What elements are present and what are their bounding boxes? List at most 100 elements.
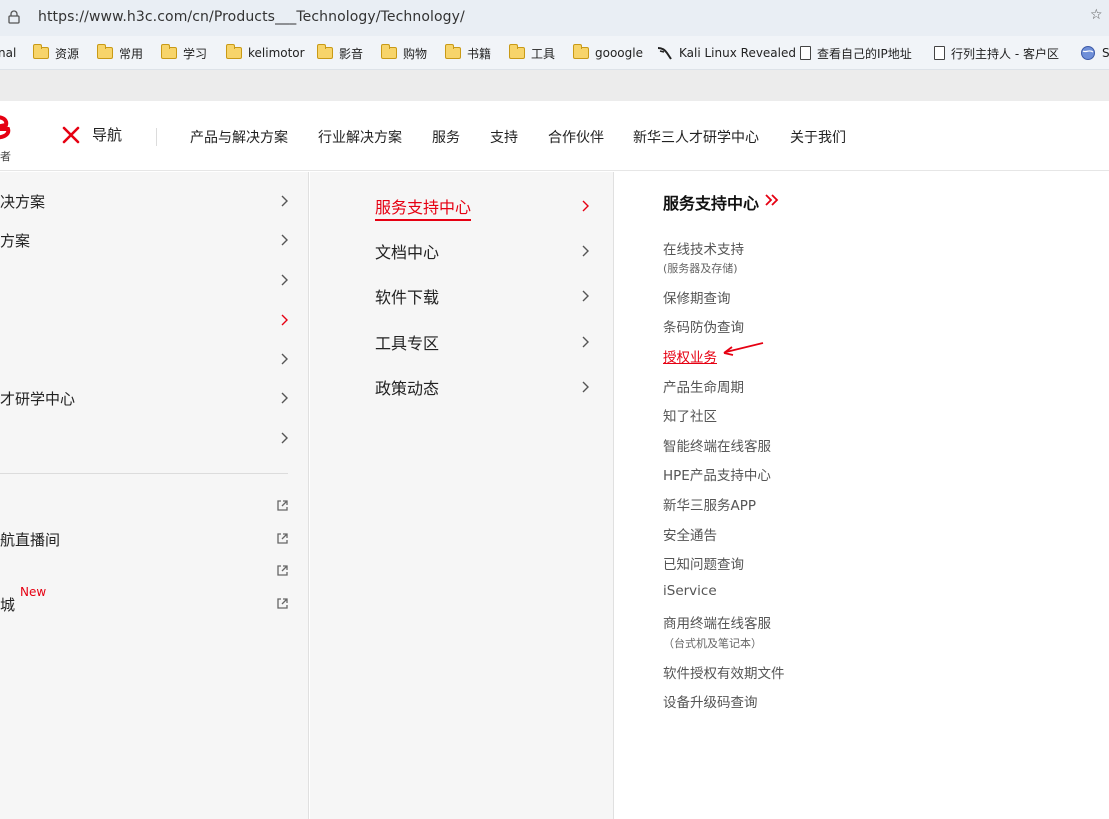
bookmark-label: 行列主持人 - 客户区 <box>951 46 1059 61</box>
bookmark-folder[interactable]: 购物 <box>380 44 428 62</box>
menu1-external-link[interactable]: 航直播间 <box>0 527 300 551</box>
bookmark-label: gooogle <box>595 46 643 60</box>
menu1-label: 城 <box>0 596 16 614</box>
bookmark-folder[interactable]: 学习 <box>160 44 208 62</box>
menu1-item[interactable]: 决方案 <box>0 189 300 213</box>
bookmark-folder[interactable]: 资源 <box>32 44 80 62</box>
page-gap <box>0 70 1109 101</box>
topnav-about[interactable]: 关于我们 <box>790 127 846 147</box>
bookmark-folder[interactable]: 影音 <box>316 44 364 62</box>
service-link[interactable]: 设备升级码查询 <box>663 691 758 711</box>
topnav-partners[interactable]: 合作伙伴 <box>548 127 604 147</box>
menu-column-3: 服务支持中心 在线技术支持 (服务器及存储) 保修期查询 条码防伪查询 授权业务… <box>615 172 1109 819</box>
menu2-item-policy[interactable]: 政策动态 <box>375 373 595 399</box>
service-link[interactable]: 已知问题查询 <box>663 553 744 573</box>
service-link[interactable]: 条码防伪查询 <box>663 316 744 336</box>
h3c-logo-icon[interactable] <box>0 113 12 143</box>
menu1-item[interactable] <box>0 426 300 450</box>
section-title[interactable]: 服务支持中心 <box>663 190 759 214</box>
service-link[interactable]: 产品生命周期 <box>663 376 744 396</box>
chevron-right-icon <box>582 336 589 348</box>
bookmark-item[interactable]: 行列主持人 - 客户区 <box>934 44 1059 62</box>
bookmark-folder[interactable]: 工具 <box>508 44 555 62</box>
address-bar[interactable]: https://www.h3c.com/cn/Products___Techno… <box>0 0 1109 36</box>
service-link[interactable]: HPE产品支持中心 <box>663 464 771 484</box>
menu2-label: 软件下载 <box>375 288 440 307</box>
chevron-right-icon <box>281 195 288 207</box>
bookmark-label: 常用 <box>119 46 144 61</box>
topnav-talent-center[interactable]: 新华三人才研学中心 <box>633 127 759 147</box>
topnav-support[interactable]: 支持 <box>490 127 518 147</box>
external-link-icon <box>277 565 288 576</box>
menu1-item[interactable] <box>0 268 300 292</box>
bookmark-label: 学习 <box>183 46 208 61</box>
bookmark-item[interactable]: nal <box>0 44 16 62</box>
bookmark-folder[interactable]: gooogle <box>572 44 643 62</box>
menu2-item-docs[interactable]: 文档中心 <box>375 237 595 263</box>
url-text[interactable]: https://www.h3c.com/cn/Products___Techno… <box>38 9 465 25</box>
bookmark-label: 资源 <box>55 46 80 61</box>
chevron-right-icon <box>582 245 589 257</box>
folder-icon <box>96 44 113 59</box>
menu1-item[interactable] <box>0 347 300 371</box>
nav-close-button[interactable]: 导航 <box>62 124 122 145</box>
menu-column-2: 服务支持中心 文档中心 软件下载 工具专区 政策动态 <box>310 172 614 819</box>
menu1-divider <box>0 473 288 474</box>
chevron-right-icon <box>281 234 288 246</box>
folder-icon <box>444 44 461 59</box>
folder-icon <box>572 44 589 59</box>
service-link[interactable]: 智能终端在线客服 <box>663 435 771 455</box>
menu1-external-link[interactable] <box>0 559 300 583</box>
service-link[interactable]: 安全通告 <box>663 524 717 544</box>
bookmark-label: 购物 <box>403 46 428 61</box>
topnav-industry[interactable]: 行业解决方案 <box>318 127 402 147</box>
bookmark-label: kelimotor <box>248 46 305 60</box>
bookmark-folder[interactable]: kelimotor <box>225 44 305 62</box>
bookmark-folder[interactable]: 常用 <box>96 44 144 62</box>
chevron-right-icon <box>281 353 288 365</box>
service-link[interactable]: 在线技术支持 <box>663 238 744 258</box>
bookmark-label: 影音 <box>339 46 364 61</box>
menu1-external-link[interactable]: 城 New <box>0 585 300 616</box>
site-header: 者 导航 产品与解决方案 行业解决方案 服务 支持 合作伙伴 新华三人才研学中心… <box>0 101 1109 171</box>
nav-toggle-label: 导航 <box>92 126 123 144</box>
folder-icon <box>225 44 242 59</box>
service-link-note: (服务器及存储) <box>663 262 738 275</box>
topnav-service[interactable]: 服务 <box>432 127 460 147</box>
menu1-item[interactable]: 才研学中心 <box>0 386 300 410</box>
bookmark-item[interactable]: S <box>1080 44 1109 62</box>
service-link[interactable]: 保修期查询 <box>663 287 731 307</box>
bookmark-star-icon[interactable]: ☆ <box>1090 7 1103 23</box>
service-link-authorization[interactable]: 授权业务 <box>663 346 717 366</box>
bookmark-item[interactable]: Kali Linux Revealed <box>657 44 796 62</box>
folder-icon <box>32 44 49 59</box>
menu1-external-link[interactable] <box>0 494 300 518</box>
folder-icon <box>160 44 177 59</box>
menu2-item-service-center[interactable]: 服务支持中心 <box>375 192 595 221</box>
menu2-label: 政策动态 <box>375 379 440 398</box>
service-link[interactable]: 软件授权有效期文件 <box>663 662 785 682</box>
kali-icon <box>657 47 672 60</box>
folder-icon <box>316 44 333 59</box>
service-link[interactable]: 知了社区 <box>663 405 717 425</box>
chevron-right-icon <box>582 290 589 302</box>
service-link-note: （台式机及笔记本） <box>663 637 762 650</box>
menu1-item[interactable]: 方案 <box>0 228 300 252</box>
double-chevron-right-icon <box>765 194 779 206</box>
lock-icon[interactable] <box>8 10 20 24</box>
service-link[interactable]: 商用终端在线客服 <box>663 612 771 632</box>
folder-icon <box>508 44 525 59</box>
menu1-item-active[interactable] <box>0 308 300 332</box>
bookmark-label: 书籍 <box>467 46 492 61</box>
topnav-products[interactable]: 产品与解决方案 <box>190 127 288 147</box>
bookmark-item[interactable]: 查看自己的IP地址 <box>800 44 912 62</box>
header-divider <box>156 128 157 146</box>
service-link[interactable]: iService <box>663 583 717 599</box>
menu2-item-downloads[interactable]: 软件下载 <box>375 282 595 308</box>
chevron-right-icon <box>582 200 589 212</box>
menu2-item-tools[interactable]: 工具专区 <box>375 328 595 354</box>
menu1-label: 决方案 <box>0 193 46 211</box>
external-link-icon <box>277 533 288 544</box>
bookmark-folder[interactable]: 书籍 <box>444 44 492 62</box>
service-link[interactable]: 新华三服务APP <box>663 494 756 514</box>
